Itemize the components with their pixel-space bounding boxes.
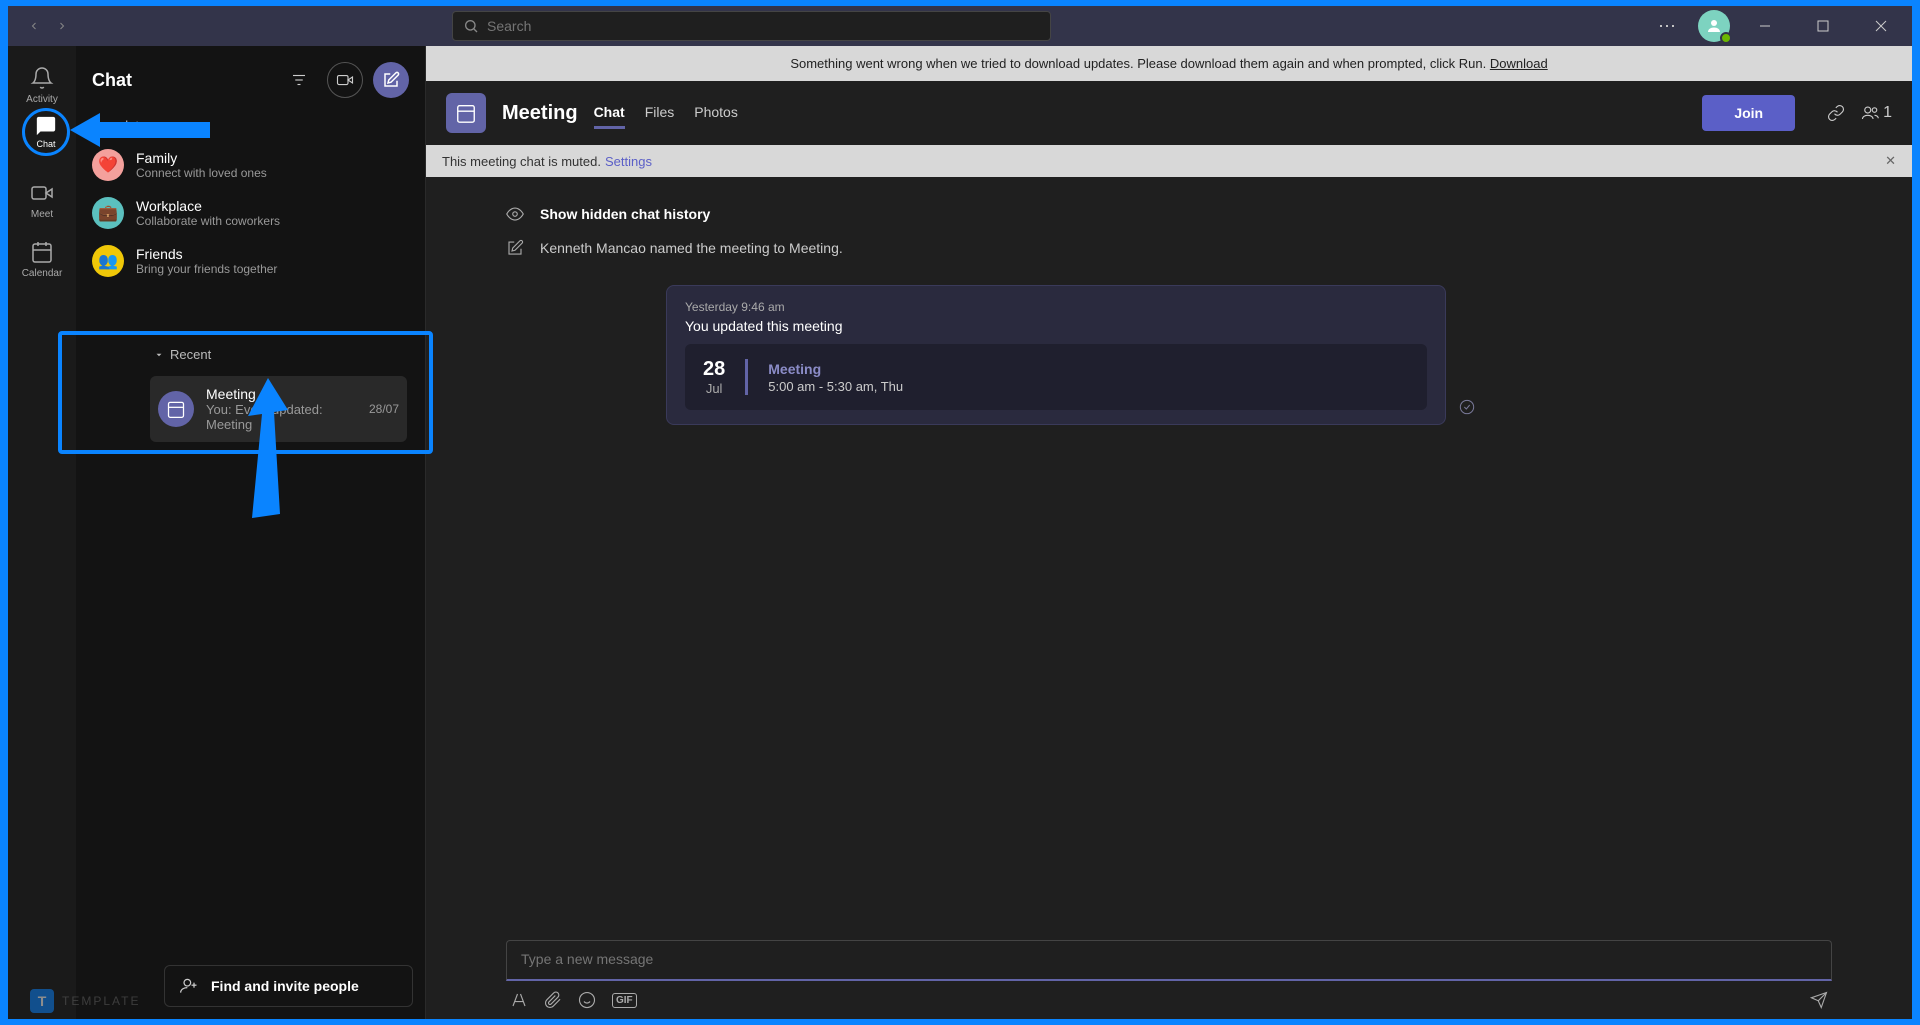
invite-label: Find and invite people — [211, 978, 359, 994]
muted-banner: This meeting chat is muted. Settings ✕ — [426, 145, 1912, 177]
event-meeting-time: 5:00 am - 5:30 am, Thu — [768, 379, 903, 394]
people-icon — [1861, 104, 1879, 122]
message-input[interactable] — [521, 951, 1817, 967]
people-icon: 👥 — [92, 245, 124, 277]
maximize-button[interactable] — [1800, 11, 1846, 41]
search-icon — [463, 18, 479, 34]
user-avatar[interactable] — [1698, 10, 1730, 42]
invite-people-button[interactable]: Find and invite people — [164, 965, 413, 1007]
rail-chat-highlighted[interactable]: Chat — [22, 108, 70, 156]
template-desc: Connect with loved ones — [136, 166, 267, 180]
annotation-arrow — [240, 378, 300, 518]
template-desc: Collaborate with coworkers — [136, 214, 280, 228]
rail-calendar[interactable]: Calendar — [8, 232, 76, 287]
meet-now-button[interactable] — [327, 62, 363, 98]
person-icon — [1705, 17, 1723, 35]
rail-activity-label: Activity — [26, 94, 58, 105]
settings-link[interactable]: Settings — [605, 154, 652, 169]
meeting-avatar — [158, 391, 194, 427]
event-card[interactable]: Yesterday 9:46 am You updated this meeti… — [666, 285, 1446, 425]
eye-icon — [506, 205, 524, 223]
briefcase-icon: 💼 — [92, 197, 124, 229]
calendar-icon — [166, 399, 186, 419]
template-workplace[interactable]: 💼 Workplace Collaborate with coworkers — [88, 189, 413, 237]
template-name: Workplace — [136, 198, 280, 214]
chat-panel-title: Chat — [92, 70, 271, 91]
filter-button[interactable] — [281, 62, 317, 98]
compose-area: GIF — [426, 930, 1912, 1019]
annotation-arrow — [70, 108, 210, 158]
send-icon[interactable] — [1810, 991, 1828, 1009]
sent-check-icon — [1459, 399, 1475, 420]
tab-chat[interactable]: Chat — [594, 98, 625, 129]
watermark-text: TEMPLATE — [62, 994, 140, 1008]
content-area: Something went wrong when we tried to do… — [426, 46, 1912, 1019]
bell-icon — [30, 66, 54, 90]
event-timestamp: Yesterday 9:46 am — [685, 300, 1427, 314]
forward-button[interactable] — [52, 16, 72, 36]
chat-icon — [35, 115, 57, 137]
watermark-icon: T — [30, 989, 54, 1013]
chevron-down-icon — [154, 350, 164, 360]
titlebar: ⋯ — [8, 6, 1912, 46]
recent-date: 28/07 — [369, 402, 399, 416]
attach-icon[interactable] — [544, 991, 562, 1009]
recent-section-header[interactable]: Recent — [150, 339, 407, 370]
system-message: Kenneth Mancao named the meeting to Meet… — [506, 231, 1872, 265]
more-options-button[interactable]: ⋯ — [1658, 16, 1678, 37]
link-icon[interactable] — [1827, 104, 1845, 122]
rail-activity[interactable]: Activity — [8, 58, 76, 113]
emoji-icon[interactable] — [578, 991, 596, 1009]
rail-meet[interactable]: Meet — [8, 173, 76, 228]
participants-button[interactable]: 1 — [1861, 104, 1892, 122]
meeting-header-icon — [446, 93, 486, 133]
search-input[interactable] — [487, 18, 1040, 34]
template-friends[interactable]: 👥 Friends Bring your friends together — [88, 237, 413, 285]
video-icon — [30, 181, 54, 205]
sidebar-rail: Activity Meet Calendar — [8, 46, 76, 1019]
meeting-header: Meeting Chat Files Photos Join 1 — [426, 81, 1912, 145]
divider — [745, 359, 748, 395]
minimize-button[interactable] — [1742, 11, 1788, 41]
close-banner-button[interactable]: ✕ — [1885, 153, 1896, 169]
filter-icon — [290, 71, 308, 89]
video-icon — [336, 71, 354, 89]
calendar-icon — [30, 240, 54, 264]
search-box[interactable] — [452, 11, 1051, 41]
error-banner: Something went wrong when we tried to do… — [426, 46, 1912, 81]
download-link[interactable]: Download — [1490, 56, 1548, 71]
back-button[interactable] — [24, 16, 44, 36]
chat-panel: Chat emplates ❤️ Family Connect with lov… — [76, 46, 426, 1019]
show-hidden-history-button[interactable]: Show hidden chat history — [506, 197, 1872, 231]
event-day: 28 — [703, 358, 725, 381]
event-title: You updated this meeting — [685, 318, 1427, 334]
template-desc: Bring your friends together — [136, 262, 277, 276]
tab-photos[interactable]: Photos — [694, 98, 738, 129]
calendar-icon — [455, 102, 477, 124]
participants-count: 1 — [1883, 104, 1892, 122]
compose-box[interactable] — [506, 940, 1832, 981]
add-person-icon — [179, 976, 199, 996]
join-button[interactable]: Join — [1702, 95, 1795, 131]
chat-body: Show hidden chat history Kenneth Mancao … — [426, 177, 1912, 930]
rail-meet-label: Meet — [31, 209, 53, 220]
meeting-title: Meeting — [502, 102, 578, 125]
tab-files[interactable]: Files — [645, 98, 675, 129]
template-name: Friends — [136, 246, 277, 262]
gif-icon[interactable]: GIF — [612, 993, 637, 1008]
close-button[interactable] — [1858, 11, 1904, 41]
compose-icon — [382, 71, 400, 89]
rail-chat-label: Chat — [36, 139, 55, 149]
event-meeting-name: Meeting — [768, 361, 903, 377]
watermark: T TEMPLATE — [30, 989, 140, 1013]
status-badge-available — [1720, 32, 1732, 44]
rail-calendar-label: Calendar — [22, 268, 63, 279]
format-icon[interactable] — [510, 991, 528, 1009]
event-month: Jul — [706, 381, 723, 396]
edit-icon — [506, 239, 524, 257]
new-chat-button[interactable] — [373, 62, 409, 98]
